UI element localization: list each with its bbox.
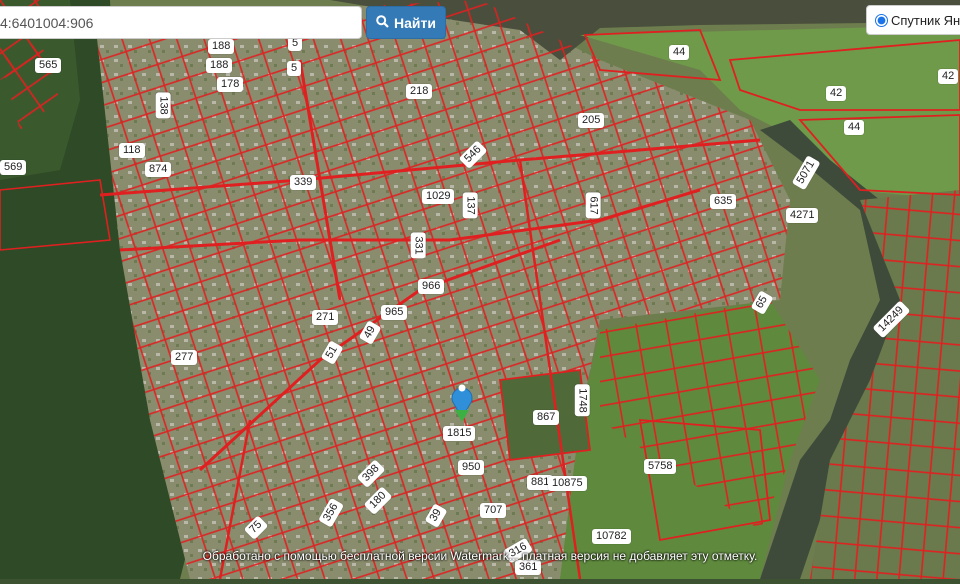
layer-label: Спутник Ян: [891, 12, 960, 28]
layer-satellite-option[interactable]: Спутник Ян: [866, 5, 960, 35]
search-icon: [376, 14, 389, 31]
watermark-text: Обработано с помощью бесплатной версии W…: [202, 549, 758, 563]
parcel-label: 1029: [422, 189, 455, 204]
parcel-label: 331: [410, 232, 426, 259]
satellite-map[interactable]: [0, 0, 960, 580]
parcel-label: 1815: [443, 426, 476, 441]
parcel-label: 966: [418, 279, 445, 294]
parcel-label: 205: [578, 113, 605, 128]
parcel-label: 42: [826, 86, 847, 101]
parcel-label: 965: [381, 305, 408, 320]
parcel-label: 10875: [548, 476, 587, 491]
parcel-label: 565: [35, 58, 62, 73]
search-input[interactable]: [0, 6, 362, 39]
parcel-label: 867: [533, 410, 560, 425]
parcel-label: 874: [145, 162, 172, 177]
parcel-label: 188: [206, 58, 233, 73]
parcel-label: 4271: [786, 208, 819, 223]
layer-radio[interactable]: [875, 13, 888, 27]
map-canvas: [0, 0, 960, 580]
parcel-label: 707: [480, 503, 507, 518]
parcel-label: 1748: [574, 384, 590, 417]
parcel-label: 138: [155, 92, 171, 119]
parcel-label: 178: [217, 77, 244, 92]
parcel-label: 339: [290, 175, 317, 190]
parcel-label: 118: [119, 143, 145, 158]
parcel-label: 950: [458, 460, 485, 475]
parcel-label: 44: [844, 120, 865, 135]
parcel-label: 188: [208, 39, 235, 54]
parcel-label: 277: [171, 350, 198, 365]
parcel-label: 569: [0, 160, 27, 175]
parcel-label: 10782: [592, 529, 631, 544]
parcel-label: 635: [710, 194, 737, 209]
parcel-label: 218: [406, 84, 433, 99]
parcel-label: 44: [669, 45, 690, 60]
parcel-label: 5: [287, 61, 302, 76]
search-button[interactable]: Найти: [366, 6, 446, 39]
search-button-label: Найти: [394, 14, 436, 31]
parcel-label: 5758: [644, 459, 677, 474]
parcel-label: 271: [312, 310, 339, 325]
parcel-label: 42: [938, 69, 959, 84]
parcel-label: 617: [585, 192, 601, 219]
parcel-label: 137: [462, 192, 478, 219]
